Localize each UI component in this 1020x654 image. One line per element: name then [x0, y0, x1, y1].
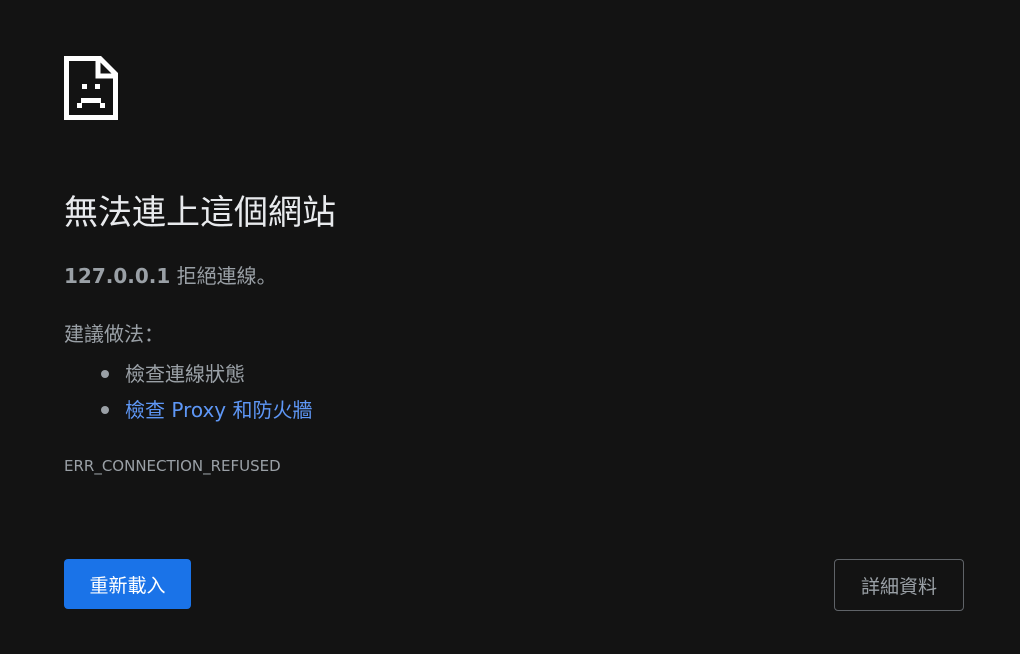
suggestion-check-proxy-firewall-link[interactable]: 檢查 Proxy 和防火牆 — [64, 392, 313, 428]
suggestions-list: 檢查連線狀態 檢查 Proxy 和防火牆 — [64, 356, 313, 428]
suggestions-heading: 建議做法： — [64, 322, 164, 346]
suggestion-check-connection: 檢查連線狀態 — [64, 356, 313, 392]
reload-button[interactable]: 重新載入 — [64, 559, 191, 609]
suggestion-label: 檢查連線狀態 — [125, 362, 245, 386]
error-summary: 127.0.0.1 拒絕連線。 — [64, 262, 277, 290]
error-page: 無法連上這個網站 127.0.0.1 拒絕連線。 建議做法： 檢查連線狀態 檢查… — [0, 0, 1020, 654]
error-summary-text: 拒絕連線。 — [170, 264, 277, 288]
bullet-icon — [101, 370, 109, 378]
sad-document-icon — [64, 56, 118, 120]
error-code: ERR_CONNECTION_REFUSED — [64, 457, 281, 475]
error-host: 127.0.0.1 — [64, 264, 171, 288]
details-button[interactable]: 詳細資料 — [834, 559, 964, 611]
suggestion-label[interactable]: 檢查 Proxy 和防火牆 — [125, 398, 313, 422]
bullet-icon — [101, 406, 109, 414]
page-title: 無法連上這個網站 — [64, 193, 336, 233]
